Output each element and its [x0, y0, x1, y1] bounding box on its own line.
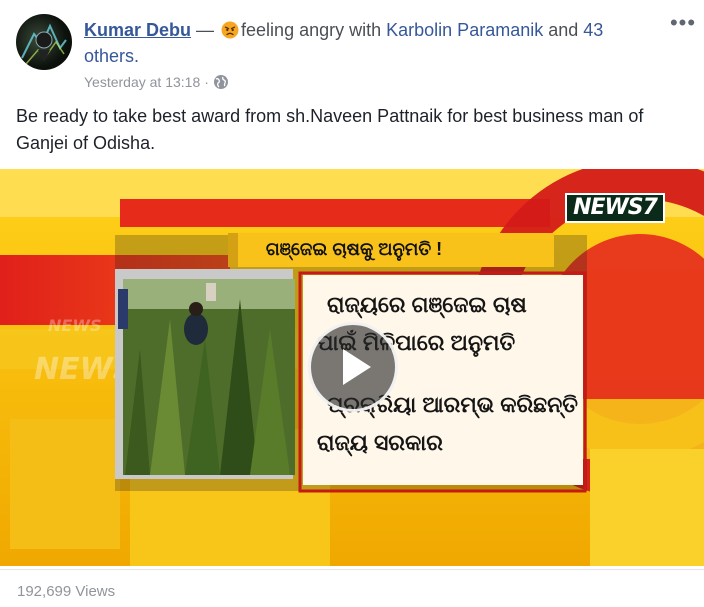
- avatar[interactable]: [16, 14, 72, 70]
- globe-icon[interactable]: [213, 74, 229, 90]
- channel-logo: NEWS7: [565, 193, 665, 223]
- video-headline: ଗଞ୍ଜେଇ ଚାଷକୁ ଅନୁମତି !: [265, 239, 443, 259]
- divider: [0, 569, 704, 570]
- view-count: 192,699 Views: [17, 583, 116, 600]
- bullet-1-line-1: ରାଜ୍ୟରେ ଗଞ୍ଜେଇ ଚାଷ: [327, 292, 527, 317]
- tagged-person-link[interactable]: Karbolin Paramanik: [386, 20, 543, 40]
- author-name[interactable]: Kumar Debu: [84, 20, 191, 40]
- feeling-text: feeling angry with: [241, 20, 382, 40]
- more-options-icon[interactable]: •••: [668, 12, 698, 38]
- angry-emoji-icon: [221, 21, 239, 39]
- post-text: Be ready to take best award from sh.Nave…: [16, 106, 644, 153]
- and-text: and: [543, 20, 584, 40]
- post-header: Kumar Debu — feeling angry with Karbolin…: [84, 17, 644, 69]
- video-player[interactable]: NEWS7 NEWS NEWS7 ରାଜ୍ୟରେ ଗଞ୍ଜେଇ ଚାଷ ପାଇଁ…: [0, 169, 704, 566]
- facebook-post: Kumar Debu — feeling angry with Karbolin…: [0, 0, 704, 607]
- post-timestamp[interactable]: Yesterday at 13:18: [84, 72, 200, 92]
- post-meta: Yesterday at 13:18 ·: [84, 72, 229, 92]
- bullet-2-line-2: ରାଜ୍ୟ ସରକାର: [317, 430, 443, 455]
- svg-text:NEWS: NEWS: [48, 316, 102, 335]
- header-separator: —: [191, 20, 220, 40]
- play-icon: [343, 349, 371, 385]
- play-button[interactable]: [308, 322, 398, 412]
- meta-dot: ·: [204, 74, 209, 90]
